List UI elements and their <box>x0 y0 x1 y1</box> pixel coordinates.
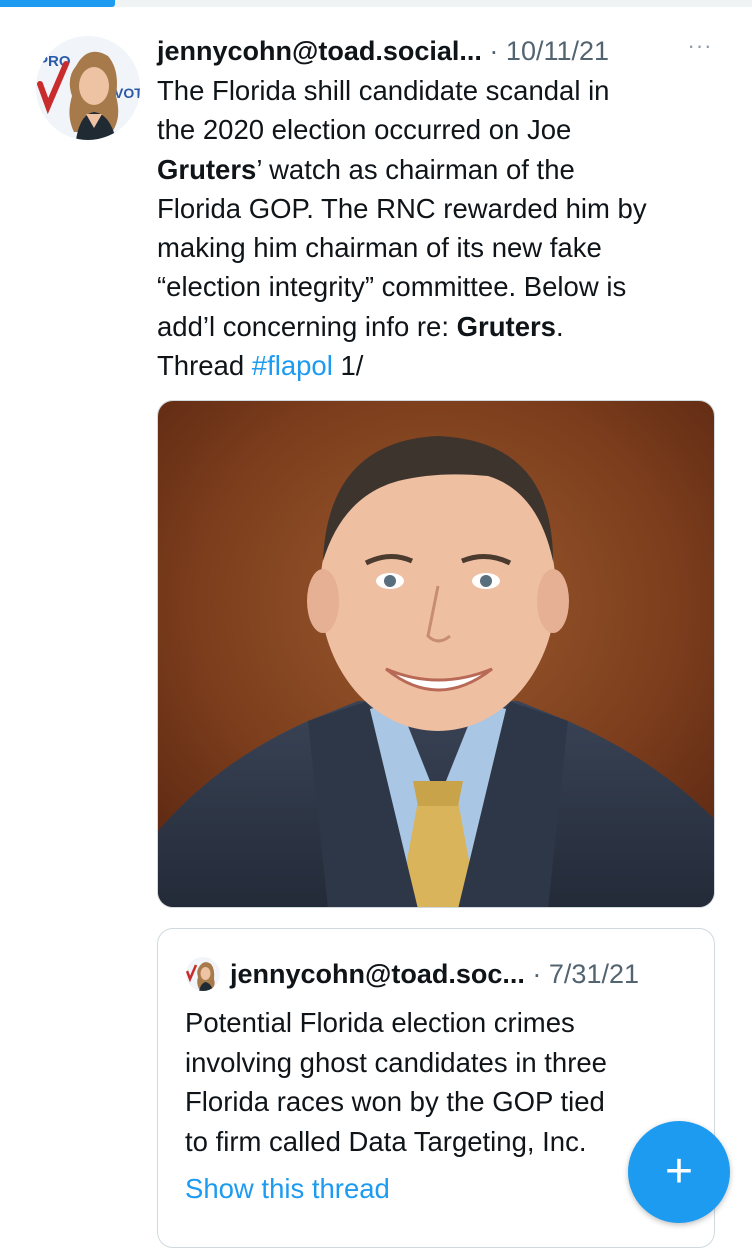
text-segment: the 2020 election occurred on Joe <box>157 114 572 146</box>
tweet-text-line: The Florida shill candidate scandal in <box>157 71 732 110</box>
photo-image <box>158 401 714 907</box>
text-segment: 1/ <box>332 350 364 382</box>
text-segment: . <box>555 310 564 342</box>
more-icon[interactable]: ··· <box>685 31 715 61</box>
quoted-avatar-image <box>186 957 220 991</box>
tweet-text-line: Florida GOP. The RNC rewarded him by <box>157 189 732 228</box>
tweet-text-line: add’l concerning info re: Gruters. <box>157 307 732 346</box>
tab-indicator-bar <box>0 0 115 7</box>
quoted-tweet-text: Potential Florida election crimes involv… <box>185 1003 705 1161</box>
text-segment: making him chairman of its new fake <box>157 232 602 264</box>
tweet-text-line: the 2020 election occurred on Joe <box>157 110 732 149</box>
top-scroll-indicator <box>0 0 752 7</box>
quoted-tweet-date[interactable]: 7/31/21 <box>549 959 639 989</box>
text-segment: Florida GOP. The RNC rewarded him by <box>157 192 647 224</box>
tweet[interactable]: PRO VOTE jennycohn@toad.social... · 10/1… <box>0 7 752 1248</box>
quoted-text-line: involving ghost candidates in three <box>185 1046 607 1078</box>
text-segment: The Florida shill candidate scandal in <box>157 75 610 106</box>
bold-mention: Gruters <box>157 153 257 185</box>
text-segment: ’ watch as chairman of the <box>256 153 575 185</box>
quoted-text-line: Florida races won by the GOP tied <box>185 1086 605 1117</box>
tweet-text-line: Gruters’ watch as chairman of the <box>157 150 732 189</box>
author-handle[interactable]: jennycohn@toad.social... <box>157 36 482 66</box>
tweet-photo[interactable] <box>157 400 715 908</box>
tweet-text-line: Thread #flapol 1/ <box>157 346 732 385</box>
header-separator: · <box>489 36 499 66</box>
quoted-text-line: to firm called Data Targeting, Inc. <box>185 1125 587 1157</box>
compose-tweet-button[interactable]: + <box>628 1121 730 1223</box>
text-segment: “election integrity” committee. Below is <box>157 271 627 303</box>
quoted-tweet-header: jennycohn@toad.soc... · 7/31/21 <box>230 954 700 994</box>
bold-mention: Gruters <box>456 310 556 342</box>
show-thread-link[interactable]: Show this thread <box>185 1169 390 1209</box>
quoted-author-handle[interactable]: jennycohn@toad.soc... <box>230 959 525 989</box>
tweet-date[interactable]: 10/11/21 <box>506 36 609 66</box>
tweet-text: The Florida shill candidate scandal in th… <box>157 71 732 385</box>
hashtag-link[interactable]: #flapol <box>252 350 333 381</box>
text-segment: add’l concerning info re: <box>157 310 457 342</box>
quoted-header-separator: · <box>532 959 542 989</box>
text-segment: Thread <box>157 350 252 382</box>
author-avatar[interactable]: PRO VOTE <box>36 36 140 140</box>
avatar-badge-text-2: VOTE <box>114 85 140 101</box>
author-avatar-image: PRO VOTE <box>36 36 140 140</box>
tweet-text-line: making him chairman of its new fake <box>157 228 732 267</box>
tweet-header: jennycohn@toad.social... · 10/11/21 <box>157 31 717 71</box>
plus-icon: + <box>664 1145 694 1198</box>
tweet-text-line: “election integrity” committee. Below is <box>157 267 732 306</box>
quoted-text-line: Potential Florida election crimes <box>185 1007 575 1038</box>
quoted-author-avatar[interactable] <box>186 957 220 991</box>
